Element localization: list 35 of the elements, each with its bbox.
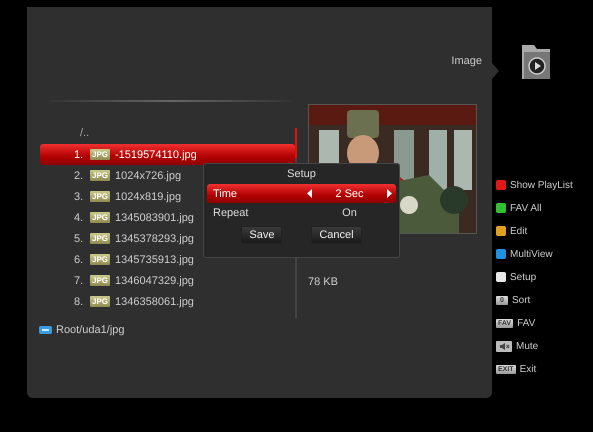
- legend-label: Mute: [516, 340, 538, 352]
- dialog-button[interactable]: Save: [241, 226, 282, 244]
- setting-row[interactable]: Repeat On: [207, 203, 396, 222]
- legend-label: Show PlayList: [510, 180, 573, 190]
- legend-label: Setup: [510, 272, 536, 282]
- jpg-file-icon: JPG: [90, 233, 110, 244]
- video-folder-icon: [520, 43, 552, 81]
- file-size: 78 KB: [308, 276, 339, 288]
- setting-row[interactable]: Time 2 Sec: [207, 184, 396, 203]
- parent-folder-item[interactable]: /..: [40, 123, 295, 144]
- dialog-button[interactable]: Cancel: [311, 226, 362, 244]
- file-item[interactable]: 8. JPG 1346358061.jpg: [40, 291, 295, 312]
- legend-label: MultiView: [510, 248, 553, 260]
- jpg-file-icon: JPG: [90, 275, 110, 286]
- folder-path: Root/uda1/jpg: [56, 324, 124, 336]
- section-title: Image: [451, 54, 482, 66]
- legend-label: FAV: [517, 318, 536, 328]
- jpg-file-icon: JPG: [90, 254, 110, 265]
- legend-label: Exit: [520, 364, 536, 374]
- file-item[interactable]: 6. JPG 1345735913.jpg: [40, 249, 295, 270]
- file-item[interactable]: 7. JPG 1346047329.jpg: [40, 270, 295, 291]
- legend-label: Sort: [512, 294, 530, 306]
- jpg-file-icon: JPG: [90, 191, 110, 202]
- jpg-file-icon: JPG: [90, 296, 110, 307]
- jpg-file-icon: JPG: [90, 212, 110, 223]
- dialog-title: Setup: [286, 168, 317, 182]
- jpg-file-icon: JPG: [90, 149, 110, 160]
- left-arrow-icon[interactable]: [307, 189, 312, 198]
- right-arrow-icon[interactable]: [387, 189, 392, 198]
- file-item[interactable]: 1. JPG -1519574110.jpg: [40, 144, 295, 165]
- legend-label: FAV All: [510, 202, 542, 214]
- usb-drive-icon: [39, 326, 52, 334]
- mute-icon: [496, 340, 512, 352]
- legend-label: Edit: [510, 226, 528, 236]
- jpg-file-icon: JPG: [90, 170, 110, 181]
